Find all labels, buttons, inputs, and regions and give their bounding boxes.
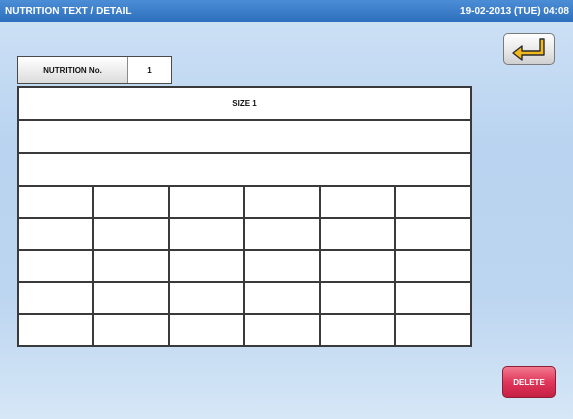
table-row [17, 281, 473, 315]
wide-row-cell[interactable] [16, 119, 473, 154]
table-cell[interactable] [319, 249, 396, 283]
nutrition-size-table: SIZE 1 [16, 86, 473, 347]
table-cell[interactable] [168, 185, 245, 219]
datetime-display: 19-02-2013 (TUE) 04:08 [460, 5, 569, 17]
table-row [17, 249, 473, 283]
table-cell[interactable] [393, 185, 473, 219]
table-cell[interactable] [92, 281, 170, 315]
nutrition-number-field[interactable]: NUTRITION No. 1 [17, 56, 172, 84]
table-row [17, 217, 473, 251]
table-cell[interactable] [92, 217, 170, 251]
table-cell[interactable] [393, 281, 473, 315]
delete-button[interactable]: DELETE [502, 366, 556, 398]
table-cell[interactable] [393, 217, 473, 251]
table-cell[interactable] [17, 281, 94, 315]
table-row [17, 185, 473, 219]
table-cell[interactable] [168, 249, 245, 283]
table-cell[interactable] [319, 217, 396, 251]
table-cell[interactable] [17, 249, 94, 283]
table-cell[interactable] [243, 313, 321, 347]
table-cell[interactable] [319, 185, 396, 219]
screen-title: NUTRITION TEXT / DETAIL [5, 5, 132, 17]
table-cell[interactable] [168, 281, 245, 315]
table-cell[interactable] [319, 281, 396, 315]
table-cell[interactable] [393, 313, 473, 347]
table-cell[interactable] [92, 249, 170, 283]
wide-row-cell[interactable] [16, 152, 473, 187]
table-cell[interactable] [17, 217, 94, 251]
table-row [17, 313, 473, 347]
table-cell[interactable] [319, 313, 396, 347]
title-bar: NUTRITION TEXT / DETAIL 19-02-2013 (TUE)… [0, 0, 573, 22]
table-cell[interactable] [92, 313, 170, 347]
table-cell[interactable] [17, 313, 94, 347]
table-cell[interactable] [243, 217, 321, 251]
table-cell[interactable] [168, 313, 245, 347]
table-cell[interactable] [17, 185, 94, 219]
size-header-cell: SIZE 1 [16, 86, 473, 121]
table-cell[interactable] [243, 185, 321, 219]
nutrition-number-value: 1 [147, 65, 152, 75]
table-cell[interactable] [168, 217, 245, 251]
table-cell[interactable] [92, 185, 170, 219]
table-cell[interactable] [243, 249, 321, 283]
return-arrow-icon [512, 38, 545, 61]
back-button[interactable] [503, 33, 555, 65]
table-cell[interactable] [393, 249, 473, 283]
table-cell[interactable] [243, 281, 321, 315]
nutrition-number-label: NUTRITION No. [18, 57, 128, 83]
